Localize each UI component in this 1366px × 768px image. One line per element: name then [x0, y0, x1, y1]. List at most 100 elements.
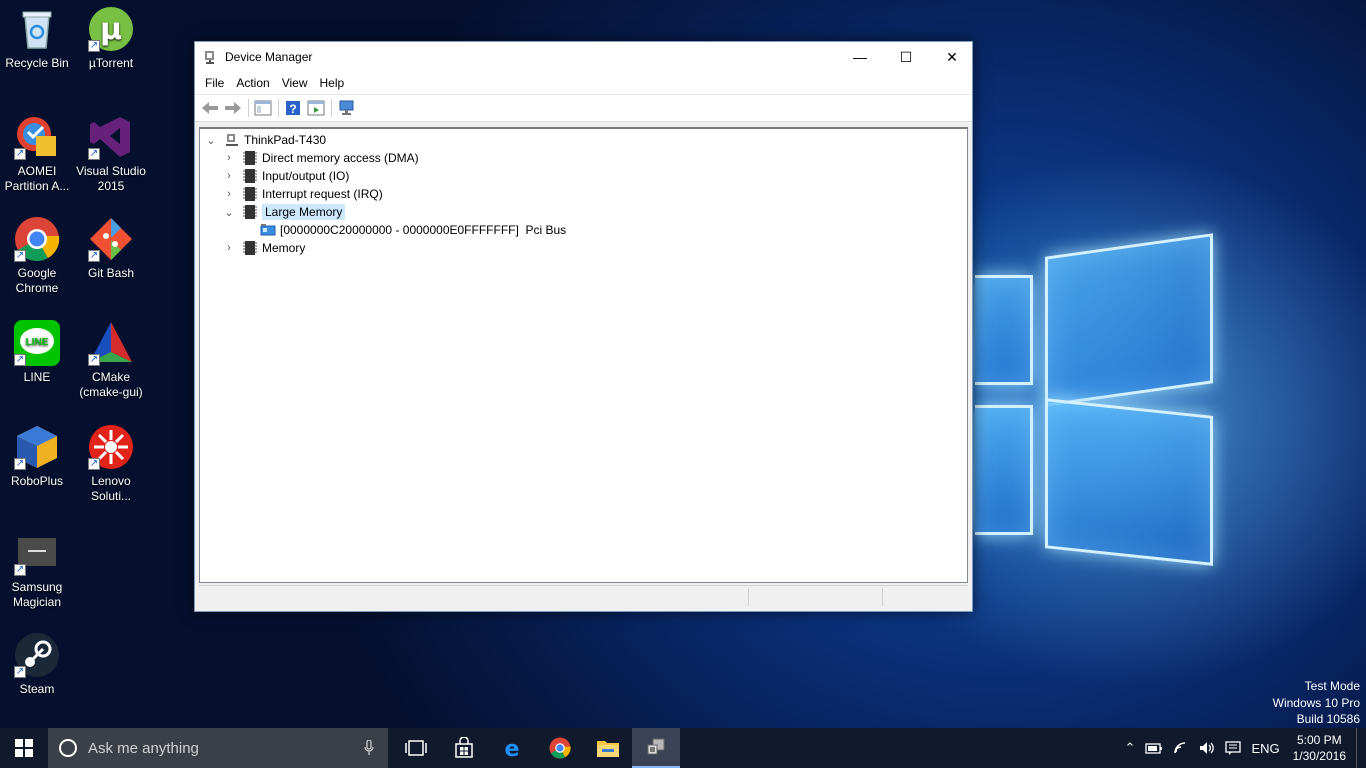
- memory-chip-icon: [243, 169, 257, 183]
- menu-view[interactable]: View: [276, 76, 314, 90]
- desktop-icon-git-bash[interactable]: ↗ Git Bash: [72, 216, 150, 281]
- menu-action[interactable]: Action: [230, 76, 275, 90]
- system-tray: ⌃ ENG 5:00 PM 1/30/2016: [1120, 728, 1366, 768]
- taskbar-edge[interactable]: e: [488, 728, 536, 768]
- chevron-right-icon[interactable]: ›: [222, 242, 236, 254]
- properties-button[interactable]: [305, 98, 327, 118]
- show-hide-console-tree-button[interactable]: [252, 98, 274, 118]
- taskbar-store[interactable]: [440, 728, 488, 768]
- shortcut-arrow-icon: ↗: [88, 250, 100, 262]
- chevron-right-icon[interactable]: ›: [222, 188, 236, 200]
- back-arrow-icon: [202, 102, 218, 114]
- cortana-icon: [59, 739, 77, 757]
- lenovo-solution-icon: ↗: [88, 424, 134, 470]
- desktop-icon-recycle-bin[interactable]: Recycle Bin: [0, 6, 76, 71]
- shortcut-arrow-icon: ↗: [88, 458, 100, 470]
- power-battery-icon[interactable]: [1145, 741, 1163, 755]
- cmake-icon: ↗: [88, 320, 134, 366]
- shortcut-arrow-icon: ↗: [14, 354, 26, 366]
- chevron-down-icon[interactable]: ⌄: [204, 134, 218, 147]
- svg-text:?: ?: [289, 102, 296, 116]
- menu-help[interactable]: Help: [314, 76, 351, 90]
- language-indicator[interactable]: ENG: [1251, 741, 1279, 756]
- show-desktop-button[interactable]: [1356, 728, 1366, 768]
- memory-chip-icon: [243, 205, 257, 219]
- microphone-icon[interactable]: [364, 740, 374, 756]
- back-button[interactable]: [199, 98, 221, 118]
- chevron-right-icon[interactable]: ›: [222, 152, 236, 164]
- windows-start-icon: [15, 739, 33, 757]
- desktop-icon-google-chrome[interactable]: ↗ Google Chrome: [0, 216, 76, 296]
- search-placeholder: Ask me anything: [88, 739, 199, 757]
- clock[interactable]: 5:00 PM 1/30/2016: [1293, 732, 1346, 764]
- memory-chip-icon: [243, 187, 257, 201]
- tree-item-pci-bus-range[interactable]: [0000000C20000000 - 0000000E0FFFFFFF] Pc…: [260, 221, 566, 239]
- shortcut-arrow-icon: ↗: [88, 354, 100, 366]
- scan-hardware-button[interactable]: [335, 98, 357, 118]
- desktop-icon-roboplus[interactable]: ↗ RoboPlus: [0, 424, 76, 489]
- forward-arrow-icon: [225, 102, 241, 114]
- svg-text:µ: µ: [100, 12, 122, 47]
- title-bar[interactable]: Device Manager — ☐ ✕: [195, 42, 972, 72]
- aomei-icon: ↗: [14, 114, 60, 160]
- taskbar-file-explorer[interactable]: [584, 728, 632, 768]
- device-manager-icon: [205, 51, 214, 64]
- desktop-icon-lenovo-solution[interactable]: ↗ Lenovo Soluti...: [72, 424, 150, 504]
- desktop-icon-steam[interactable]: ↗ Steam: [0, 632, 76, 697]
- start-button[interactable]: [0, 728, 48, 768]
- utorrent-icon: µ ↗: [88, 6, 134, 52]
- wifi-icon[interactable]: [1173, 741, 1189, 755]
- desktop-icon-aomei[interactable]: ↗ AOMEI Partition A...: [0, 114, 76, 194]
- forward-button[interactable]: [222, 98, 244, 118]
- computer-icon: [226, 134, 238, 146]
- menu-bar: File Action View Help: [195, 72, 972, 94]
- recycle-bin-icon: [14, 6, 60, 52]
- close-button[interactable]: ✕: [929, 42, 975, 72]
- roboplus-icon: ↗: [14, 424, 60, 470]
- chevron-down-icon[interactable]: ⌄: [222, 206, 236, 219]
- desktop-icon-visual-studio[interactable]: ↗ Visual Studio 2015: [72, 114, 150, 194]
- desktop-icon-line[interactable]: LINE ↗ LINE: [0, 320, 76, 385]
- tree-item-io[interactable]: › Input/output (IO): [222, 167, 349, 185]
- taskbar-device-manager[interactable]: [632, 728, 680, 768]
- help-button[interactable]: ?: [282, 98, 304, 118]
- chevron-up-icon[interactable]: ⌃: [1125, 740, 1136, 756]
- device-manager-icon: [647, 738, 665, 755]
- volume-icon[interactable]: [1199, 741, 1215, 755]
- tree-item-large-memory[interactable]: ⌄ Large Memory: [222, 203, 346, 221]
- tree-item-dma[interactable]: › Direct memory access (DMA): [222, 149, 419, 167]
- cortana-search-box[interactable]: Ask me anything: [48, 728, 388, 768]
- desktop-icon-cmake[interactable]: ↗ CMake (cmake-gui): [72, 320, 150, 400]
- shortcut-arrow-icon: ↗: [14, 250, 26, 262]
- selected-label: Large Memory: [262, 204, 346, 220]
- test-mode-watermark: Test Mode Windows 10 Pro Build 10586: [1272, 679, 1360, 726]
- task-view-button[interactable]: [392, 728, 440, 768]
- minimize-button[interactable]: —: [837, 42, 883, 72]
- windows-logo-wallpaper: [975, 233, 1215, 566]
- tree-root-computer[interactable]: ⌄ ThinkPad-T430: [204, 131, 326, 149]
- console-tree-icon: [254, 100, 272, 116]
- tree-item-irq[interactable]: › Interrupt request (IRQ): [222, 185, 383, 203]
- device-tree[interactable]: ⌄ ThinkPad-T430 › Direct memory access (…: [199, 127, 968, 583]
- desktop-icon-samsung-magician[interactable]: ↗ Samsung Magician: [0, 530, 76, 610]
- monitor-scan-icon: [339, 100, 354, 115]
- tree-item-memory[interactable]: › Memory: [222, 239, 305, 257]
- svg-text:LINE: LINE: [26, 337, 49, 348]
- maximize-button[interactable]: ☐: [883, 42, 929, 72]
- visual-studio-icon: ↗: [88, 114, 134, 160]
- samsung-magician-icon: ↗: [14, 530, 60, 576]
- menu-file[interactable]: File: [199, 76, 230, 90]
- device-manager-window[interactable]: Device Manager — ☐ ✕ File Action View He…: [194, 41, 973, 612]
- toolbar: ?: [195, 94, 972, 122]
- status-bar: [199, 585, 968, 607]
- desktop-icon-utorrent[interactable]: µ ↗ µTorrent: [72, 6, 150, 71]
- properties-icon: [307, 100, 325, 116]
- taskbar-chrome[interactable]: [536, 728, 584, 768]
- taskbar: Ask me anything e ⌃ ENG 5:00 PM 1/30/201…: [0, 728, 1366, 768]
- message-icon[interactable]: [1225, 741, 1242, 755]
- tree-root-label: ThinkPad-T430: [244, 133, 327, 147]
- chevron-right-icon[interactable]: ›: [222, 170, 236, 182]
- shortcut-arrow-icon: ↗: [14, 148, 26, 160]
- edge-icon: e: [505, 737, 520, 759]
- git-bash-icon: ↗: [88, 216, 134, 262]
